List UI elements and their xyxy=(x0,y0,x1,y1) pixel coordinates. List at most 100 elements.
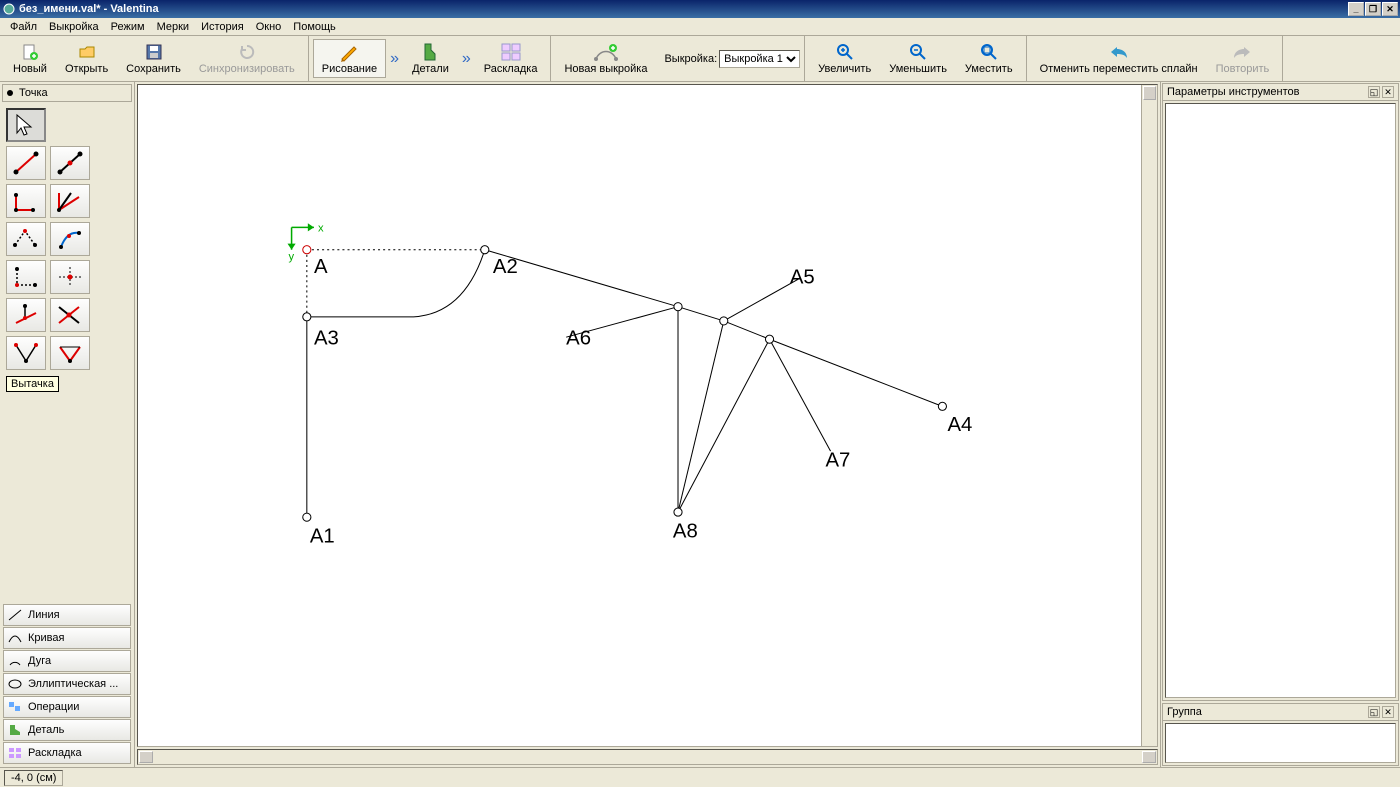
right-docks: Параметры инструментов ◱ ✕ Группа ◱ ✕ xyxy=(1160,82,1400,767)
palette-header-label: Точка xyxy=(19,87,48,99)
tool-params-close-button[interactable]: ✕ xyxy=(1382,86,1394,98)
horizontal-scrollbar[interactable] xyxy=(137,749,1158,765)
menu-pattern[interactable]: Выкройка xyxy=(43,19,105,35)
point-label-A8: A8 xyxy=(673,521,698,543)
window-buttons: _ ❐ ✕ xyxy=(1348,2,1398,16)
vertical-scrollbar[interactable] xyxy=(1141,85,1157,746)
group-body xyxy=(1165,723,1396,763)
tool-dart[interactable] xyxy=(50,336,90,370)
redo-label: Повторить xyxy=(1216,63,1270,75)
tool-point-along-line[interactable] xyxy=(50,146,90,180)
point-label-A1: A1 xyxy=(310,526,335,548)
arc-category-icon xyxy=(8,654,24,668)
zoom-in-button[interactable]: Увеличить xyxy=(809,39,880,78)
palette-header[interactable]: Точка xyxy=(2,84,132,102)
menu-bar: Файл Выкройка Режим Мерки История Окно П… xyxy=(0,18,1400,36)
zoom-out-icon xyxy=(909,42,927,62)
details-mode-button[interactable]: Детали xyxy=(403,39,458,78)
tool-point-endline[interactable] xyxy=(6,146,46,180)
point-label-A5: A5 xyxy=(790,266,815,288)
undo-label: Отменить переместить сплайн xyxy=(1040,63,1198,75)
point-label-A7: A7 xyxy=(825,449,850,471)
new-pattern-icon xyxy=(594,42,618,62)
status-coords: -4, 0 (см) xyxy=(4,770,63,786)
tool-line-intersect[interactable] xyxy=(50,298,90,332)
category-layout[interactable]: Раскладка xyxy=(3,742,131,764)
details-icon xyxy=(421,42,439,62)
redo-button[interactable]: Повторить xyxy=(1207,39,1279,78)
window-title: без_имени.val* - Valentina xyxy=(19,3,1348,15)
axis-x-label: x xyxy=(318,222,324,234)
menu-measurements[interactable]: Мерки xyxy=(151,19,195,35)
line-category-icon xyxy=(8,608,24,622)
zoom-fit-icon xyxy=(980,42,998,62)
sync-button[interactable]: Синхронизировать xyxy=(190,39,304,78)
open-icon xyxy=(78,42,96,62)
category-elliptical[interactable]: Эллиптическая ... xyxy=(3,673,131,695)
point-label-A2: A2 xyxy=(493,256,518,278)
tool-normal[interactable] xyxy=(6,184,46,218)
minimize-button[interactable]: _ xyxy=(1348,2,1364,16)
tool-dart-left[interactable] xyxy=(6,336,46,370)
category-line[interactable]: Линия xyxy=(3,604,131,626)
category-operations[interactable]: Операции xyxy=(3,696,131,718)
open-button[interactable]: Открыть xyxy=(56,39,117,78)
layout-label: Раскладка xyxy=(484,63,538,75)
category-curve[interactable]: Кривая xyxy=(3,627,131,649)
details-label: Детали xyxy=(412,63,449,75)
save-button[interactable]: Сохранить xyxy=(117,39,190,78)
zoom-fit-button[interactable]: Уместить xyxy=(956,39,1022,78)
arrow-sep-1: » xyxy=(386,50,403,68)
tool-bisector[interactable] xyxy=(50,184,90,218)
menu-help[interactable]: Помощь xyxy=(287,19,342,35)
title-bar: без_имени.val* - Valentina _ ❐ ✕ xyxy=(0,0,1400,18)
curve-category-icon xyxy=(8,631,24,645)
tool-select-arrow[interactable] xyxy=(6,108,46,142)
zoom-out-button[interactable]: Уменьшить xyxy=(880,39,956,78)
close-button[interactable]: ✕ xyxy=(1382,2,1398,16)
tool-point-intersection[interactable] xyxy=(50,260,90,294)
menu-mode[interactable]: Режим xyxy=(105,19,151,35)
app-icon xyxy=(2,2,16,16)
tool-height[interactable] xyxy=(6,298,46,332)
tool-shoulder[interactable] xyxy=(6,222,46,256)
pattern-select[interactable]: Выкройка 1 xyxy=(719,50,800,68)
group-title: Группа xyxy=(1167,706,1366,718)
menu-file[interactable]: Файл xyxy=(4,19,43,35)
sync-icon xyxy=(238,42,256,62)
point-label-A6: A6 xyxy=(566,327,591,349)
operations-category-icon xyxy=(8,700,24,714)
category-arc[interactable]: Дуга xyxy=(3,650,131,672)
canvas-area: x y xyxy=(135,82,1160,767)
axis-y-label: y xyxy=(289,251,295,263)
tool-params-body xyxy=(1165,103,1396,698)
detail-category-icon xyxy=(8,723,24,737)
status-bar: -4, 0 (см) xyxy=(0,767,1400,787)
drawing-label: Рисование xyxy=(322,63,377,75)
drawing-mode-button[interactable]: Рисование xyxy=(313,39,386,78)
group-close-button[interactable]: ✕ xyxy=(1382,706,1394,718)
redo-icon xyxy=(1232,42,1252,62)
zoom-out-label: Уменьшить xyxy=(889,63,947,75)
sync-label: Синхронизировать xyxy=(199,63,295,75)
main-toolbar: Новый Открыть Сохранить Синхронизировать… xyxy=(0,36,1400,82)
new-button[interactable]: Новый xyxy=(4,39,56,78)
category-detail[interactable]: Деталь xyxy=(3,719,131,741)
menu-window[interactable]: Окно xyxy=(250,19,288,35)
group-float-button[interactable]: ◱ xyxy=(1368,706,1380,718)
tool-params-dock: Параметры инструментов ◱ ✕ xyxy=(1162,83,1399,701)
tool-point-contact[interactable] xyxy=(50,222,90,256)
tool-triangle[interactable] xyxy=(6,260,46,294)
layout-category-icon xyxy=(8,746,24,760)
zoom-fit-label: Уместить xyxy=(965,63,1013,75)
undo-button[interactable]: Отменить переместить сплайн xyxy=(1031,39,1207,78)
layout-mode-button[interactable]: Раскладка xyxy=(475,39,547,78)
point-label-A: A xyxy=(314,256,328,278)
drawing-canvas[interactable]: x y xyxy=(137,84,1158,747)
arrow-sep-2: » xyxy=(458,50,475,68)
menu-history[interactable]: История xyxy=(195,19,250,35)
maximize-button[interactable]: ❐ xyxy=(1365,2,1381,16)
new-pattern-button[interactable]: Новая выкройка xyxy=(555,39,656,78)
tool-params-title: Параметры инструментов xyxy=(1167,86,1366,98)
tool-params-float-button[interactable]: ◱ xyxy=(1368,86,1380,98)
